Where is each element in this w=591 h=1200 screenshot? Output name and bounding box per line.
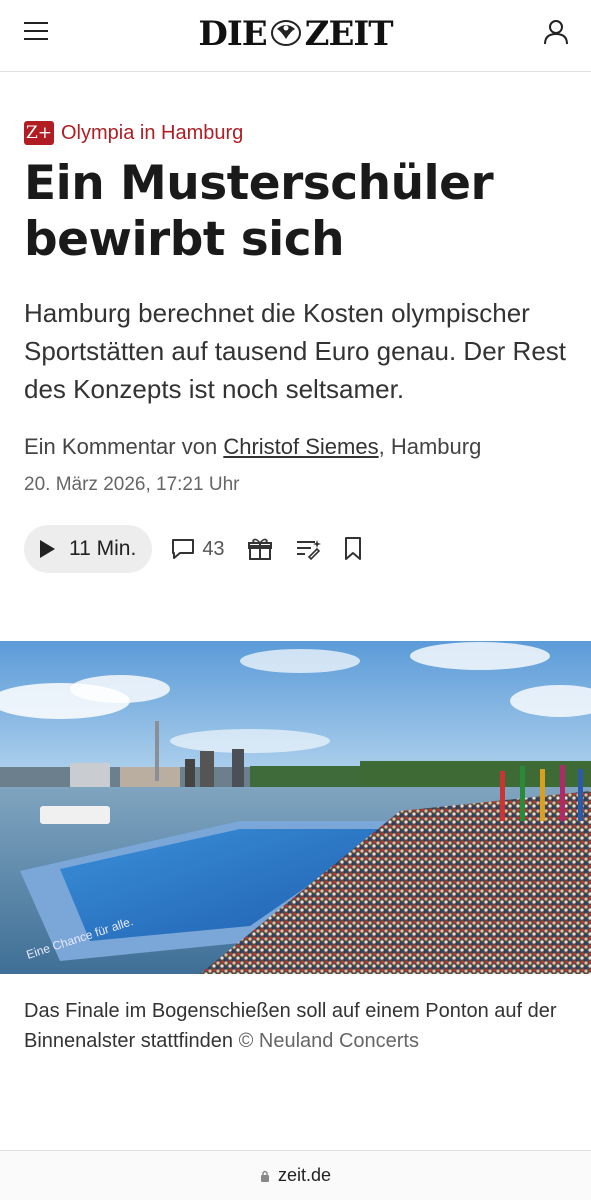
author-link[interactable]: Christof Siemes — [223, 434, 378, 459]
kicker-text[interactable]: Olympia in Hamburg — [61, 122, 243, 145]
publish-date: 20. März 2026, 17:21 Uhr — [24, 474, 240, 495]
listen-duration: 11 Min. — [69, 537, 137, 560]
bookmark-icon — [344, 537, 361, 560]
browser-address-bar[interactable]: zeit.de — [0, 1150, 591, 1200]
gift-button[interactable] — [247, 536, 273, 562]
user-account-icon[interactable] — [543, 18, 569, 46]
image-credit: © Neuland Concerts — [238, 1030, 419, 1052]
byline: Ein Kommentar von Christof Siemes, Hambu… — [24, 434, 481, 460]
summary-button[interactable] — [295, 537, 321, 561]
logo-text-left: DIE — [198, 14, 267, 54]
url-text: zeit.de — [277, 1165, 332, 1185]
listen-button[interactable]: 11 Min. — [24, 525, 153, 573]
byline-prefix: Ein Kommentar von — [24, 434, 218, 459]
article-toolbar: 11 Min. 43 — [24, 525, 363, 573]
article-image[interactable]: Eine Chance für alle. — [0, 641, 591, 974]
byline-location: , Hamburg — [378, 434, 482, 459]
lock-icon — [260, 1170, 269, 1182]
site-logo[interactable]: DIE ZEIT — [0, 14, 591, 54]
site-header: DIE ZEIT — [0, 0, 591, 72]
play-icon — [40, 540, 55, 558]
article-summary: Hamburg berechnet die Kosten olympischer… — [24, 298, 567, 404]
comment-icon — [172, 539, 195, 559]
comments-button[interactable]: 43 — [170, 537, 225, 561]
article-kicker: Z+ Olympia in Hamburg — [24, 120, 243, 146]
zplus-badge: Z+ — [24, 121, 54, 145]
article-headline: Ein Musterschüler bewirbt sich — [24, 156, 494, 267]
bookmark-button[interactable] — [343, 536, 363, 562]
eagle-seal-icon — [270, 20, 301, 46]
comments-count: 43 — [202, 537, 225, 560]
binnenalster-rendering: Eine Chance für alle. — [0, 641, 591, 974]
summary-icon — [296, 540, 321, 561]
image-caption: Das Finale im Bogenschießen soll auf ein… — [24, 996, 569, 1056]
logo-text-right: ZEIT — [304, 14, 394, 54]
gift-icon — [247, 538, 272, 560]
